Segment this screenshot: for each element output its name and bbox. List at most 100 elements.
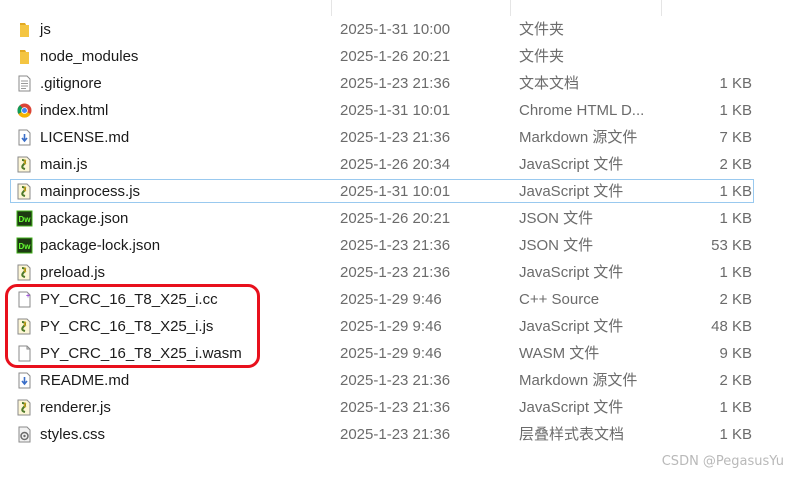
file-type: JSON 文件 [519,210,594,227]
css-file-icon [16,426,33,443]
file-name: main.js [40,156,88,173]
file-type: JSON 文件 [519,237,594,254]
modified-date: 2025-1-29 9:46 [340,345,442,362]
file-name: PY_CRC_16_T8_X25_i.wasm [40,345,242,362]
file-name: renderer.js [40,399,111,416]
js-file-icon [16,399,33,416]
file-row[interactable]: .gitignore 2025-1-23 21:36 文本文档 1 KB [0,70,794,97]
file-name: .gitignore [40,75,102,92]
modified-date: 2025-1-23 21:36 [340,426,451,443]
modified-date: 2025-1-31 10:00 [340,21,451,38]
column-divider[interactable] [331,0,332,16]
file-name: package-lock.json [40,237,161,254]
cpp-file-icon: + [16,291,33,308]
file-type: JavaScript 文件 [519,183,624,200]
file-size: 1 KB [719,264,752,281]
file-size: 7 KB [719,129,752,146]
file-size: 1 KB [719,183,752,200]
file-type: 文本文档 [519,75,580,92]
file-row[interactable]: node_modules 2025-1-26 20:21 文件夹 [0,43,794,70]
file-row[interactable]: js 2025-1-31 10:00 文件夹 [0,16,794,43]
file-row[interactable]: preload.js 2025-1-23 21:36 JavaScript 文件 1 … [0,259,794,286]
file-name: preload.js [40,264,106,281]
file-row[interactable]: main.js 2025-1-26 20:34 JavaScript 文件 2 KB [0,151,794,178]
file-size: 1 KB [719,75,752,92]
svg-text:+: + [26,293,30,300]
column-divider[interactable] [661,0,662,16]
file-name: README.md [40,372,130,389]
markdown-file-icon [16,372,33,389]
modified-date: 2025-1-31 10:01 [340,102,451,119]
js-file-icon [16,318,33,335]
file-name: node_modules [40,48,139,65]
file-list: js 2025-1-31 10:00 文件夹 node_modules 2025-1-2… [0,16,794,448]
dreamweaver-icon: Dw [16,237,33,254]
file-size: 2 KB [719,291,752,308]
file-row[interactable]: index.html 2025-1-31 10:01 Chrome HTML D..… [0,97,794,124]
svg-text:Dw: Dw [19,215,32,224]
file-name: LICENSE.md [40,129,130,146]
js-file-icon [16,183,33,200]
file-type: WASM 文件 [519,345,600,362]
file-type: JavaScript 文件 [519,399,624,416]
file-row[interactable]: PY_CRC_16_T8_X25_i.js 2025-1-29 9:46 JavaS… [0,313,794,340]
file-size: 2 KB [719,372,752,389]
modified-date: 2025-1-23 21:36 [340,399,451,416]
svg-text:Dw: Dw [19,242,32,251]
modified-date: 2025-1-23 21:36 [340,75,451,92]
modified-date: 2025-1-29 9:46 [340,318,442,335]
blank-file-icon [16,345,33,362]
js-file-icon [16,156,33,173]
file-type: JavaScript 文件 [519,264,624,281]
file-size: 2 KB [719,156,752,173]
file-name: mainprocess.js [40,183,141,200]
modified-date: 2025-1-23 21:36 [340,372,451,389]
file-name: PY_CRC_16_T8_X25_i.cc [40,291,218,308]
file-row[interactable]: styles.css 2025-1-23 21:36 层叠样式表文档 1 KB [0,421,794,448]
modified-date: 2025-1-26 20:21 [340,48,451,65]
file-row[interactable]: PY_CRC_16_T8_X25_i.wasm 2025-1-29 9:46 WAS… [0,340,794,367]
file-type: Markdown 源文件 [519,372,638,389]
file-row[interactable]: + PY_CRC_16_T8_X25_i.cc 2025-1-29 9:46 C++ … [0,286,794,313]
file-type: C++ Source [519,291,600,308]
chrome-icon [16,102,33,119]
file-name: styles.css [40,426,106,443]
file-row[interactable]: mainprocess.js 2025-1-31 10:01 JavaScript … [0,178,794,205]
modified-date: 2025-1-23 21:36 [340,264,451,281]
file-row[interactable]: LICENSE.md 2025-1-23 21:36 Markdown 源文件 7 K… [0,124,794,151]
js-file-icon [16,264,33,281]
file-type: JavaScript 文件 [519,156,624,173]
file-type: 文件夹 [519,48,565,65]
file-size: 9 KB [719,345,752,362]
file-explorer: js 2025-1-31 10:00 文件夹 node_modules 2025-1-2… [0,0,794,478]
file-size: 1 KB [719,102,752,119]
file-size: 1 KB [719,210,752,227]
watermark: CSDN @PegasusYu [661,454,784,469]
file-name: PY_CRC_16_T8_X25_i.js [40,318,214,335]
modified-date: 2025-1-29 9:46 [340,291,442,308]
file-row[interactable]: Dw package-lock.json 2025-1-23 21:36 JSON 文… [0,232,794,259]
modified-date: 2025-1-26 20:21 [340,210,451,227]
modified-date: 2025-1-23 21:36 [340,237,451,254]
file-type: 文件夹 [519,21,565,38]
file-size: 48 KB [711,318,752,335]
file-size: 53 KB [711,237,752,254]
file-size: 1 KB [719,399,752,416]
modified-date: 2025-1-26 20:34 [340,156,451,173]
text-file-icon [16,75,33,92]
modified-date: 2025-1-31 10:01 [340,183,451,200]
folder-icon [16,48,33,65]
file-type: JavaScript 文件 [519,318,624,335]
file-size: 1 KB [719,426,752,443]
modified-date: 2025-1-23 21:36 [340,129,451,146]
dreamweaver-icon: Dw [16,210,33,227]
file-name: index.html [40,102,109,119]
file-row[interactable]: README.md 2025-1-23 21:36 Markdown 源文件 2 KB [0,367,794,394]
file-type: Chrome HTML D... [519,102,645,119]
markdown-file-icon [16,129,33,146]
folder-icon [16,21,33,38]
file-type: Markdown 源文件 [519,129,638,146]
file-row[interactable]: Dw package.json 2025-1-26 20:21 JSON 文件 1 KB [0,205,794,232]
column-divider[interactable] [510,0,511,16]
file-row[interactable]: renderer.js 2025-1-23 21:36 JavaScript 文件 1… [0,394,794,421]
